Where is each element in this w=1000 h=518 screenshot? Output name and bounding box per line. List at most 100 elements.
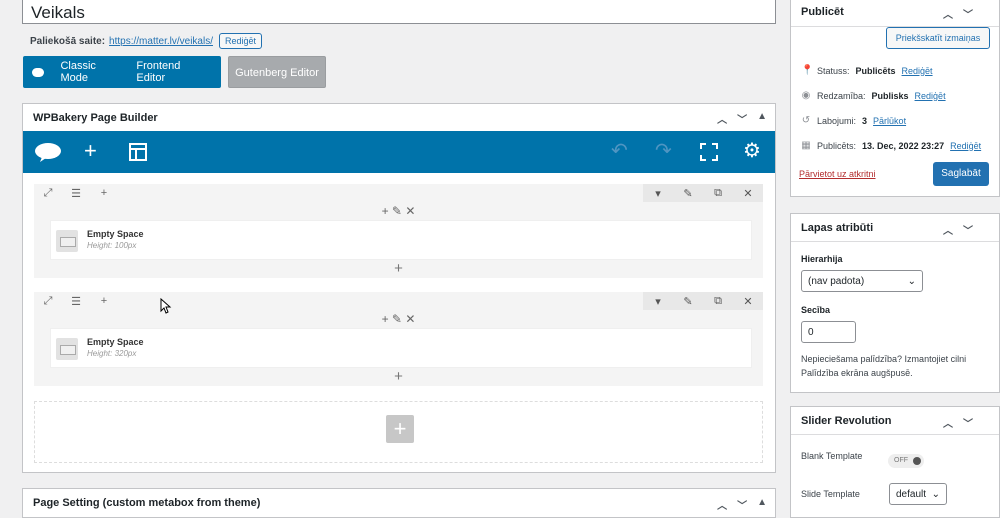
element-subtitle: Height: 320px [87, 349, 137, 358]
wpbakery-title: WPBakery Page Builder [33, 111, 158, 124]
delete-icon[interactable]: ✕ [733, 292, 763, 310]
pin-icon: 📍 [801, 65, 814, 76]
post-title-input[interactable]: Veikals [22, 0, 776, 24]
delete-icon[interactable]: ✕ [733, 184, 763, 202]
slide-template-label: Slide Template [801, 489, 860, 499]
clone-icon[interactable]: ⧉ [703, 292, 733, 310]
column-controls[interactable]: + ✎ ✕ [34, 312, 763, 326]
preview-changes-button[interactable]: Priekšskatīt izmaiņas [886, 27, 990, 49]
classic-mode-button[interactable]: Classic Mode [60, 60, 119, 84]
add-row-button[interactable]: + [386, 415, 414, 443]
attributes-title: Lapas atribūti [801, 222, 874, 234]
published-edit-link[interactable]: Rediģēt [950, 141, 981, 151]
add-element-icon[interactable]: + [84, 139, 97, 163]
revisions-value: 3 [862, 115, 868, 126]
blank-template-label: Blank Template [801, 451, 863, 461]
empty-space-element[interactable]: Empty Space Height: 320px [50, 328, 752, 368]
status-edit-link[interactable]: Rediģēt [902, 66, 933, 76]
slider-header: Slider Revolution ︿ ﹀ [791, 407, 999, 435]
attributes-header: Lapas atribūti ︿ ﹀ [791, 214, 999, 242]
permalink-link[interactable]: https://matter.lv/veikals/ [109, 36, 213, 47]
page-setting-title: Page Setting (custom metabox from theme) [33, 497, 261, 509]
permalink-edit-button[interactable]: Rediģēt [218, 33, 263, 49]
save-button[interactable]: Saglabāt [933, 162, 989, 186]
blank-template-toggle[interactable]: OFF [888, 454, 924, 468]
box-controls: ︿ ﹀ ▲ [717, 111, 767, 126]
status-label: Statuss: [817, 65, 850, 76]
move-down-icon[interactable]: ﹀ [737, 497, 747, 512]
parent-select[interactable]: (nav padota) ⌄ [801, 270, 923, 292]
row-resize-icon[interactable]: ⤢ [34, 184, 62, 202]
templates-icon[interactable] [129, 143, 147, 161]
status-value: Publicēts [855, 65, 896, 76]
chevron-down-icon[interactable]: ▾ [643, 184, 673, 202]
box-controls: ︿ ﹀ ▲ [717, 497, 767, 512]
column-controls[interactable]: + ✎ ✕ [34, 204, 763, 218]
publish-box: Publicēt ︿ ﹀ Priekšskatīt izmaiņas 📍 Sta… [790, 0, 1000, 197]
row-controls: ⤢ ☰ + ▾ ✎ ⧉ ✕ [34, 184, 763, 202]
collapse-icon[interactable]: ▲ [757, 497, 767, 512]
row-resize-icon[interactable]: ⤢ [34, 292, 62, 310]
history-icon: ↺ [801, 115, 811, 126]
redo-icon[interactable]: ↷ [655, 139, 672, 163]
chevron-down-icon[interactable]: ▾ [643, 292, 673, 310]
move-up-icon[interactable]: ︿ [717, 111, 727, 126]
row: + ✎ ✕ Empty Space Height: 320px + [34, 310, 763, 386]
frontend-editor-button[interactable]: Frontend Editor [136, 60, 204, 84]
row-actions: ▾ ✎ ⧉ ✕ [643, 184, 763, 202]
move-down-icon[interactable]: ﹀ [737, 111, 747, 126]
wpbakery-header: WPBakery Page Builder ︿ ﹀ ▲ [23, 104, 775, 131]
collapse-icon[interactable]: ▲ [757, 111, 767, 126]
row-layout-icon[interactable]: ☰ [62, 184, 90, 202]
add-element-plus-icon[interactable]: + [34, 368, 763, 385]
wpbakery-logo-icon[interactable] [34, 142, 62, 162]
add-element-plus-icon[interactable]: + [34, 260, 763, 277]
row-controls: ⤢ ☰ + ▾ ✎ ⧉ ✕ [34, 292, 763, 310]
empty-space-icon [56, 338, 78, 360]
box-controls: ︿ ﹀ [943, 415, 973, 430]
revisions-browse-link[interactable]: Pārlūkot [873, 116, 906, 126]
settings-gear-icon[interactable]: ⚙ [743, 139, 761, 163]
chevron-down-icon: ⌄ [931, 488, 940, 500]
parent-select-value: (nav padota) [808, 275, 865, 287]
edit-pencil-icon[interactable]: ✎ [673, 184, 703, 202]
element-title: Empty Space [87, 229, 144, 239]
empty-space-icon [56, 230, 78, 252]
move-down-icon[interactable]: ﹀ [963, 6, 973, 21]
gutenberg-editor-button[interactable]: Gutenberg Editor [228, 56, 326, 88]
clone-icon[interactable]: ⧉ [703, 184, 733, 202]
add-column-icon[interactable]: + [90, 184, 118, 202]
move-up-icon[interactable]: ︿ [943, 222, 953, 237]
mouse-cursor-icon [160, 298, 172, 314]
visibility-value: Publisks [871, 90, 909, 101]
move-up-icon[interactable]: ︿ [717, 497, 727, 512]
empty-space-element[interactable]: Empty Space Height: 100px [50, 220, 752, 260]
wpbakery-metabox: WPBakery Page Builder ︿ ﹀ ▲ + ↶ ↷ ⚙ ⤢ ☰ … [22, 103, 776, 473]
permalink-label: Paliekošā saite: [30, 35, 106, 47]
row-layout-icon[interactable]: ☰ [62, 292, 90, 310]
post-title-text: Veikals [31, 3, 85, 22]
add-column-icon[interactable]: + [90, 292, 118, 310]
move-up-icon[interactable]: ︿ [943, 6, 953, 21]
edit-pencil-icon[interactable]: ✎ [673, 292, 703, 310]
element-title: Empty Space [87, 337, 144, 347]
slide-template-select[interactable]: default ⌄ [889, 483, 947, 505]
fullscreen-icon[interactable] [700, 143, 718, 161]
move-up-icon[interactable]: ︿ [943, 415, 953, 430]
published-value: 13. Dec, 2022 23:27 [862, 140, 945, 151]
box-controls: ︿ ﹀ [943, 222, 973, 237]
status-row: 📍 Statuss: Publicēts Rediģēt [801, 65, 933, 76]
move-to-trash-link[interactable]: Pārvietot uz atkritni [799, 169, 876, 179]
editor-mode-bar: Classic Mode Frontend Editor [23, 56, 221, 88]
visibility-label: Redzamība: [817, 90, 866, 101]
parent-label: Hierarhija [801, 254, 843, 264]
order-input[interactable]: 0 [801, 321, 856, 343]
empty-row-dropzone: + [34, 401, 763, 463]
row-actions: ▾ ✎ ⧉ ✕ [643, 292, 763, 310]
visibility-edit-link[interactable]: Rediģēt [915, 91, 946, 101]
slider-title: Slider Revolution [801, 415, 892, 427]
move-down-icon[interactable]: ﹀ [963, 222, 973, 237]
undo-icon[interactable]: ↶ [611, 139, 628, 163]
slide-template-value: default [896, 488, 927, 500]
move-down-icon[interactable]: ﹀ [963, 415, 973, 430]
